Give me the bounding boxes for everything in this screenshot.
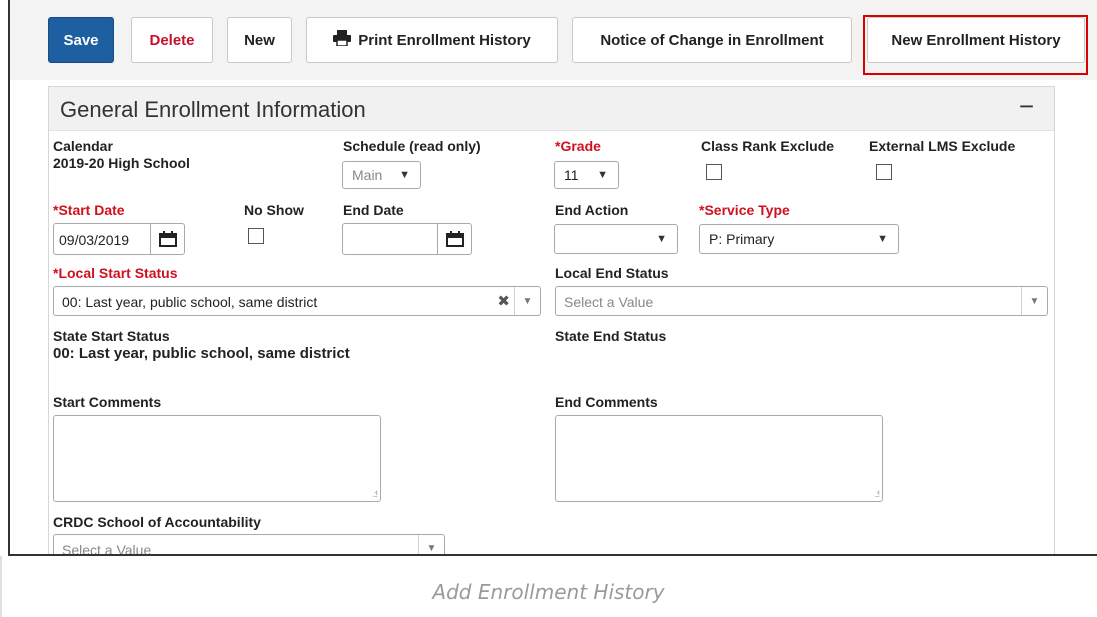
screenshot-frame: Save Delete New Print Enrollment History… [8, 0, 1097, 556]
calendar-icon[interactable] [150, 224, 184, 254]
class-rank-exclude-label: Class Rank Exclude [701, 138, 835, 154]
print-enrollment-history-button[interactable]: Print Enrollment History [306, 17, 558, 63]
new-enrollment-history-button[interactable]: New Enrollment History [867, 17, 1085, 63]
delete-button-label: Delete [149, 31, 195, 49]
class-rank-exclude-checkbox[interactable] [706, 164, 722, 180]
external-lms-exclude-checkbox[interactable] [876, 164, 892, 180]
chevron-down-icon[interactable]: ▼ [1021, 287, 1047, 315]
notice-of-change-button[interactable]: Notice of Change in Enrollment [572, 17, 852, 63]
printer-icon [333, 30, 352, 50]
schedule-label: Schedule (read only) [343, 138, 481, 154]
service-type-label: *Service Type [699, 202, 790, 218]
local-start-status-label: *Local Start Status [53, 265, 178, 281]
collapse-icon[interactable]: − [1019, 93, 1034, 119]
local-end-status-combo[interactable]: Select a Value ▼ [555, 286, 1048, 316]
chevron-down-icon: ▼ [656, 233, 667, 245]
calendar-label: Calendar [53, 138, 113, 154]
save-button-label: Save [63, 31, 99, 49]
state-start-status-value: 00: Last year, public school, same distr… [53, 345, 350, 362]
end-comments-textarea[interactable]: .:! [555, 415, 883, 502]
chevron-down-icon[interactable]: ▼ [418, 535, 444, 554]
chevron-down-icon: ▼ [597, 169, 608, 181]
calendar-value: 2019-20 High School [53, 155, 190, 171]
end-date-field[interactable] [342, 223, 472, 255]
schedule-value: Main [352, 167, 383, 183]
end-action-label: End Action [555, 202, 629, 218]
panel-title: General Enrollment Information [60, 97, 366, 122]
local-start-status-value: 00: Last year, public school, same distr… [62, 294, 318, 310]
service-type-select[interactable]: P: Primary ▼ [699, 224, 899, 254]
grade-label: *Grade [555, 138, 601, 154]
resize-grip-icon[interactable]: .:! [874, 489, 879, 499]
delete-button[interactable]: Delete [131, 17, 213, 63]
local-end-status-placeholder: Select a Value [564, 294, 654, 310]
general-enrollment-panel: General Enrollment Information − Calenda… [48, 86, 1055, 556]
service-type-value: P: Primary [709, 231, 775, 247]
no-show-checkbox[interactable] [248, 228, 264, 244]
start-date-value: 09/03/2019 [59, 232, 130, 248]
panel-header: General Enrollment Information − [49, 87, 1054, 131]
notice-button-label: Notice of Change in Enrollment [600, 31, 824, 49]
grade-select[interactable]: 11 ▼ [554, 161, 619, 189]
action-toolbar: Save Delete New Print Enrollment History… [10, 0, 1097, 80]
calendar-icon[interactable] [437, 224, 471, 254]
end-comments-label: End Comments [555, 394, 658, 410]
crdc-school-label: CRDC School of Accountability [53, 514, 261, 530]
figure-caption: Add Enrollment History [432, 580, 665, 604]
new-button[interactable]: New [227, 17, 292, 63]
grade-value: 11 [564, 167, 579, 183]
resize-grip-icon[interactable]: .:! [372, 489, 377, 499]
no-show-label: No Show [244, 202, 304, 218]
state-end-status-label: State End Status [555, 328, 667, 344]
start-comments-label: Start Comments [53, 394, 162, 410]
start-date-label: *Start Date [53, 202, 125, 218]
local-start-status-combo[interactable]: 00: Last year, public school, same distr… [53, 286, 541, 316]
start-comments-textarea[interactable]: .:! [53, 415, 381, 502]
schedule-select[interactable]: Main ▼ [342, 161, 421, 189]
end-date-label: End Date [343, 202, 404, 218]
crdc-school-combo[interactable]: Select a Value ▼ [53, 534, 445, 556]
external-lms-exclude-label: External LMS Exclude [869, 138, 1016, 154]
clear-icon[interactable]: ✖ [497, 292, 510, 310]
state-start-status-label: State Start Status [53, 328, 170, 344]
new-button-label: New [244, 31, 275, 49]
local-end-status-label: Local End Status [555, 265, 669, 281]
start-date-field[interactable]: 09/03/2019 [53, 223, 185, 255]
new-history-button-label: New Enrollment History [891, 31, 1061, 49]
print-button-label: Print Enrollment History [358, 31, 531, 49]
save-button[interactable]: Save [48, 17, 114, 63]
end-action-select[interactable]: ▼ [554, 224, 678, 254]
chevron-down-icon: ▼ [399, 169, 410, 181]
chevron-down-icon[interactable]: ▼ [514, 287, 540, 315]
chevron-down-icon: ▼ [877, 233, 888, 245]
crdc-school-placeholder: Select a Value [62, 542, 152, 556]
